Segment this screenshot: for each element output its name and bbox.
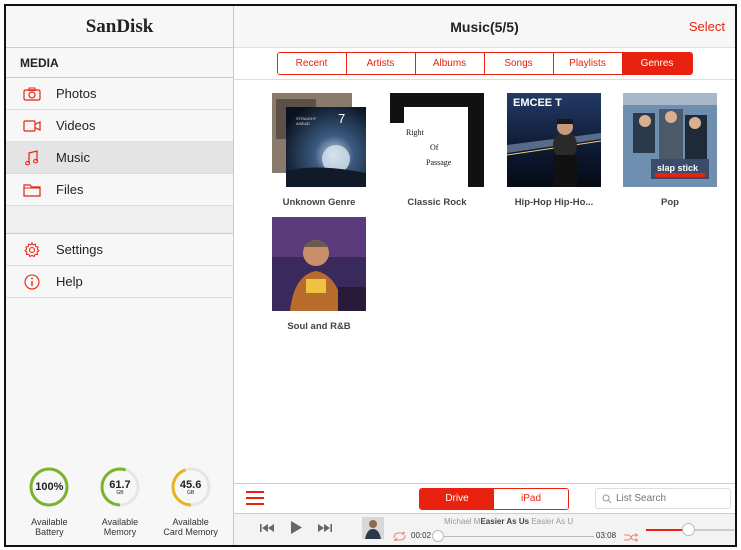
tab-songs[interactable]: Songs (484, 53, 554, 74)
app-window: SanDisk MEDIA Photos Videos Music Files (4, 4, 737, 547)
control-bar: Drive iPad (234, 483, 735, 513)
gauge-ring: 100% (28, 466, 70, 508)
sidebar-item-label: Videos (56, 118, 96, 133)
video-camera-icon (22, 118, 42, 134)
genre-name: Classic Rock (407, 197, 467, 208)
genre-name: Soul and R&B (287, 321, 351, 332)
gauge-label: Available Battery (31, 517, 68, 537)
seek-slider[interactable] (431, 530, 594, 542)
genre-item-soul-rnb[interactable]: Soul and R&B (264, 217, 374, 332)
track-title: Easier As Us (480, 517, 530, 526)
search-icon (602, 494, 612, 503)
shuffle-icon[interactable] (624, 533, 638, 542)
gauge-unit: GB (187, 489, 195, 496)
now-playing-bar: Michael MEasier As Us Easier As U 00:02 … (234, 513, 735, 545)
storage-gauges: 100% Available Battery 61.7 GB Available Me… (6, 466, 234, 537)
album-art: Right Of Passage (390, 93, 484, 187)
sidebar-item-label: Music (56, 150, 90, 165)
sidebar-item-music[interactable]: Music (6, 142, 233, 174)
search-box (595, 488, 731, 509)
repeat-icon[interactable] (392, 532, 407, 541)
genre-item-hip-hop[interactable]: EMCEE T Hip-Hop Hip-Ho... (499, 93, 609, 208)
gear-icon (22, 241, 42, 258)
top-bar: Music(5/5) Select (234, 6, 735, 48)
folder-icon (22, 182, 42, 198)
svg-text:AHEAD: AHEAD (296, 121, 310, 126)
device-toggle: Drive iPad (419, 488, 569, 510)
select-button[interactable]: Select (689, 6, 725, 48)
sidebar-item-label: Files (56, 182, 84, 197)
gauge-label: Available Memory (101, 517, 139, 537)
sidebar-item-help[interactable]: Help (6, 266, 233, 298)
current-time: 00:02 (411, 531, 432, 540)
svg-text:Passage: Passage (426, 158, 452, 167)
page-title: Music(5/5) (450, 19, 519, 35)
play-icon[interactable] (291, 521, 302, 534)
search-input[interactable] (616, 493, 726, 504)
svg-text:EMCEE T: EMCEE T (513, 97, 562, 109)
tab-genres[interactable]: Genres (622, 53, 692, 74)
brand-logo: SanDisk (6, 6, 233, 48)
menu-icon[interactable] (246, 491, 264, 505)
svg-text:7: 7 (338, 111, 345, 126)
gauge-label: Available Card Memory (163, 517, 218, 537)
tabs-bar: Recent Artists Albums Songs Playlists Ge… (234, 48, 735, 80)
genre-name: Pop (661, 197, 679, 208)
now-playing-artwork (362, 517, 384, 539)
card-memory-gauge: 45.6 GB Available Card Memory (156, 466, 226, 537)
tab-albums[interactable]: Albums (415, 53, 485, 74)
sidebar-item-settings[interactable]: Settings (6, 234, 233, 266)
end-time: 03:08 (596, 531, 617, 540)
svg-text:slap stick: slap stick (657, 163, 699, 173)
music-note-icon (22, 149, 42, 166)
seek-knob[interactable] (431, 530, 444, 542)
genre-item-classic-rock[interactable]: Right Of Passage Classic Rock (382, 93, 492, 208)
genre-name: Hip-Hop Hip-Ho... (514, 197, 594, 208)
gauge-ring: 61.7 GB (99, 466, 141, 508)
now-playing-info: Michael MEasier As Us Easier As U (444, 517, 574, 526)
sidebar: SanDisk MEDIA Photos Videos Music Files (6, 6, 234, 545)
album-art: STRAIGHT AHEAD 7 (272, 93, 366, 187)
main-panel: Music(5/5) Select Recent Artists Albums … (234, 6, 735, 545)
album-art (272, 217, 366, 311)
battery-gauge: 100% Available Battery (14, 466, 84, 537)
genre-name: Unknown Genre (282, 197, 356, 208)
gauge-ring: 45.6 GB (170, 466, 212, 508)
tab-artists[interactable]: Artists (346, 53, 416, 74)
volume-slider[interactable] (646, 523, 734, 536)
next-track-icon[interactable] (318, 523, 332, 533)
device-drive-button[interactable]: Drive (420, 489, 494, 509)
tab-playlists[interactable]: Playlists (553, 53, 623, 74)
sidebar-item-label: Help (56, 274, 83, 289)
info-icon (22, 273, 42, 290)
sidebar-item-photos[interactable]: Photos (6, 78, 233, 110)
camera-icon (22, 86, 42, 102)
tab-recent[interactable]: Recent (277, 53, 347, 74)
sidebar-item-label: Photos (56, 86, 97, 101)
sidebar-item-files[interactable]: Files (6, 174, 233, 206)
genre-item-unknown[interactable]: STRAIGHT AHEAD 7 Unknown Genre (264, 93, 374, 208)
gauge-value: 100% (35, 481, 64, 493)
category-tabs: Recent Artists Albums Songs Playlists Ge… (276, 52, 693, 75)
volume-knob[interactable] (682, 523, 696, 536)
sidebar-item-label: Settings (56, 242, 103, 257)
album-art: EMCEE T (506, 93, 602, 187)
sidebar-divider (6, 206, 233, 234)
sidebar-section-title: MEDIA (6, 48, 233, 78)
previous-track-icon[interactable] (260, 523, 274, 533)
sidebar-item-videos[interactable]: Videos (6, 110, 233, 142)
svg-text:Of: Of (430, 143, 439, 152)
svg-text:Right: Right (406, 128, 425, 137)
memory-gauge: 61.7 GB Available Memory (85, 466, 155, 537)
device-ipad-button[interactable]: iPad (494, 489, 568, 509)
gauge-unit: GB (116, 489, 124, 496)
album-art: slap stick (623, 93, 717, 187)
genre-item-pop[interactable]: slap stick Pop (615, 93, 725, 208)
